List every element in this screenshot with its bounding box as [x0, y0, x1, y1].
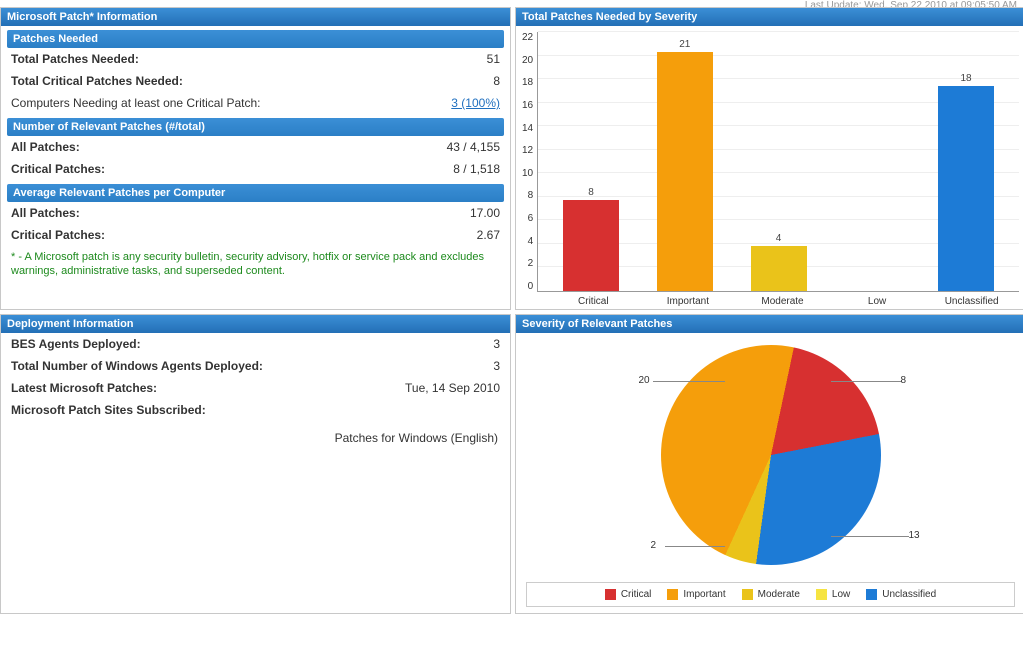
bar-value-label: 18 — [961, 73, 972, 84]
bar — [563, 200, 619, 291]
bar-value-label: 4 — [776, 233, 782, 244]
row-latest-patches: Latest Microsoft Patches: Tue, 14 Sep 20… — [1, 377, 510, 399]
bar-x-label: Critical — [558, 296, 628, 307]
bar-unclassified: 18 — [931, 73, 1001, 291]
link-computers-critical[interactable]: 3 (100%) — [451, 96, 500, 110]
pie-value-label: 13 — [909, 530, 920, 541]
pie-plot: 820213 — [661, 345, 881, 565]
pie-value-label: 8 — [901, 375, 907, 386]
value: 51 — [487, 52, 500, 66]
panel-patch-info: Microsoft Patch* Information Patches Nee… — [0, 7, 511, 310]
panel-bar-chart: Total Patches Needed by Severity 2220181… — [515, 7, 1023, 310]
value: 3 — [493, 359, 500, 373]
subheader-avg: Average Relevant Patches per Computer — [7, 184, 504, 202]
bar — [938, 86, 994, 291]
value: 8 — [493, 74, 500, 88]
label: Latest Microsoft Patches: — [11, 381, 157, 395]
label: Critical Patches: — [11, 228, 105, 242]
row-all-patches-relevant: All Patches: 43 / 4,155 — [1, 136, 510, 158]
bar — [751, 246, 807, 291]
row-sites-subscribed: Microsoft Patch Sites Subscribed: — [1, 399, 510, 421]
legend-label: Low — [832, 589, 850, 600]
label: Total Number of Windows Agents Deployed: — [11, 359, 263, 373]
last-update: Last Update: Wed, Sep 22 2010 at 09:05:5… — [0, 0, 1023, 7]
bar-value-label: 21 — [679, 39, 690, 50]
label: Computers Needing at least one Critical … — [11, 96, 260, 110]
pie-value-label: 2 — [651, 540, 657, 551]
row-critical-relevant: Critical Patches: 8 / 1,518 — [1, 158, 510, 180]
label: BES Agents Deployed: — [11, 337, 141, 351]
legend-label: Moderate — [758, 589, 800, 600]
label: All Patches: — [11, 206, 80, 220]
bar-y-axis: 2220181614121086420 — [522, 32, 537, 292]
panel-title-patch-info: Microsoft Patch* Information — [1, 8, 510, 26]
panel-deployment: Deployment Information BES Agents Deploy… — [0, 314, 511, 614]
pie-value-label: 20 — [639, 375, 650, 386]
panel-title-bar: Total Patches Needed by Severity — [516, 8, 1023, 26]
bar-plot: 8 21 4 18 — [537, 32, 1019, 292]
value: 43 / 4,155 — [447, 140, 500, 154]
bar-x-label: Unclassified — [937, 296, 1007, 307]
legend-moderate: Moderate — [742, 589, 800, 600]
label: Total Critical Patches Needed: — [11, 74, 183, 88]
bar-x-label: Moderate — [747, 296, 817, 307]
label: All Patches: — [11, 140, 80, 154]
bar-critical: 8 — [556, 187, 626, 291]
value: Tue, 14 Sep 2010 — [405, 381, 500, 395]
legend: Critical Important Moderate Low Unclassi… — [526, 582, 1015, 607]
label: Critical Patches: — [11, 162, 105, 176]
legend-unclassified: Unclassified — [866, 589, 936, 600]
panel-title-deployment: Deployment Information — [1, 315, 510, 333]
row-win-agents: Total Number of Windows Agents Deployed:… — [1, 355, 510, 377]
legend-label: Unclassified — [882, 589, 936, 600]
value: 17.00 — [470, 206, 500, 220]
footnote: * - A Microsoft patch is any security bu… — [1, 246, 510, 285]
legend-low: Low — [816, 589, 850, 600]
subheader-relevant: Number of Relevant Patches (#/total) — [7, 118, 504, 136]
panel-pie-chart: Severity of Relevant Patches 820213 Crit… — [515, 314, 1023, 614]
label: Microsoft Patch Sites Subscribed: — [11, 403, 206, 417]
bar-x-labels: Critical Important Moderate Low Unclassified — [522, 292, 1019, 307]
value: 3 — [493, 337, 500, 351]
legend-important: Important — [667, 589, 725, 600]
legend-label: Critical — [621, 589, 652, 600]
value: 8 / 1,518 — [453, 162, 500, 176]
label: Total Patches Needed: — [11, 52, 139, 66]
bar-moderate: 4 — [744, 233, 814, 291]
bar-important: 21 — [650, 39, 720, 291]
bar-value-label: 8 — [588, 187, 594, 198]
value: 2.67 — [477, 228, 500, 242]
row-avg-critical: Critical Patches: 2.67 — [1, 224, 510, 246]
bar-x-label: Important — [653, 296, 723, 307]
legend-critical: Critical — [605, 589, 652, 600]
legend-label: Important — [683, 589, 725, 600]
row-total-patches: Total Patches Needed: 51 — [1, 48, 510, 70]
bar — [657, 52, 713, 291]
subheader-patches-needed: Patches Needed — [7, 30, 504, 48]
bar-x-label: Low — [842, 296, 912, 307]
row-bes-agents: BES Agents Deployed: 3 — [1, 333, 510, 355]
panel-title-pie: Severity of Relevant Patches — [516, 315, 1023, 333]
sites-list: Patches for Windows (English) — [1, 421, 510, 455]
row-critical-patches: Total Critical Patches Needed: 8 — [1, 70, 510, 92]
row-computers-critical: Computers Needing at least one Critical … — [1, 92, 510, 114]
row-avg-all: All Patches: 17.00 — [1, 202, 510, 224]
